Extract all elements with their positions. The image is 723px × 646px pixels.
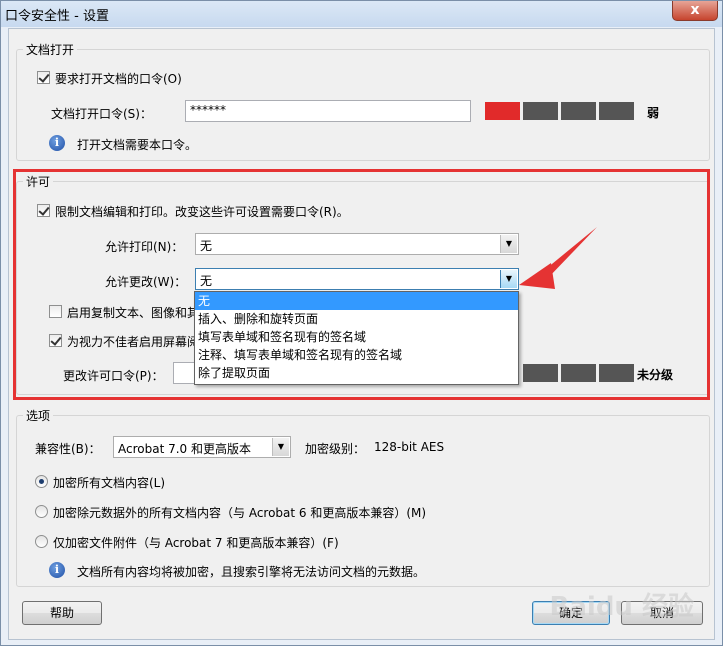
- open-password-input[interactable]: ******: [185, 100, 471, 122]
- annotation-highlight-box: [13, 169, 710, 400]
- encrypt-attachments-label[interactable]: 仅加密文件附件（与 Acrobat 7 和更高版本兼容）(F): [53, 534, 339, 551]
- info-icon: i: [49, 135, 65, 151]
- encrypt-attachments-radio[interactable]: [35, 535, 48, 548]
- options-info-text: 文档所有内容均将被加密，且搜索引擎将无法访问文档的元数据。: [77, 565, 426, 579]
- strength-text: 弱: [647, 106, 660, 120]
- compat-value: Acrobat 7.0 和更高版本: [118, 442, 251, 456]
- info-icon: i: [49, 562, 65, 578]
- compat-label: 兼容性(B)：: [35, 442, 101, 456]
- strength-meter-seg-3: [561, 102, 596, 120]
- require-open-password-checkbox[interactable]: [37, 71, 50, 84]
- encrypt-level-label: 加密级别：: [305, 442, 366, 456]
- encrypt-all-radio[interactable]: [35, 475, 48, 488]
- encrypt-level-value: 128-bit AES: [374, 440, 445, 454]
- close-button[interactable]: x: [672, 1, 718, 21]
- title-bar: 口令安全性 - 设置 x: [1, 1, 722, 27]
- chevron-down-icon[interactable]: ▼: [272, 438, 289, 456]
- encrypt-all-label[interactable]: 加密所有文档内容(L): [53, 474, 165, 491]
- strength-meter-seg-1: [485, 102, 520, 120]
- strength-meter-seg-4: [599, 102, 634, 120]
- compat-select[interactable]: Acrobat 7.0 和更高版本 ▼: [113, 436, 291, 458]
- require-open-password-label[interactable]: 要求打开文档的口令(O): [55, 70, 182, 87]
- doc-open-group-label: 文档打开: [23, 41, 78, 58]
- options-group: 选项 兼容性(B)： Acrobat 7.0 和更高版本 ▼ 加密级别： 128…: [16, 407, 710, 587]
- annotation-arrow-icon: [519, 227, 597, 289]
- watermark-logo: Baidu 经验: [549, 592, 694, 622]
- dialog-window: 口令安全性 - 设置 x 文档打开 要求打开文档的口令(O) 文档打开口令(S)…: [0, 0, 723, 646]
- encrypt-except-meta-label[interactable]: 加密除元数据外的所有文档内容（与 Acrobat 6 和更高版本兼容）(M): [53, 504, 426, 521]
- encrypt-except-meta-radio[interactable]: [35, 505, 48, 518]
- help-button[interactable]: 帮助: [22, 601, 102, 625]
- open-password-label: 文档打开口令(S)：: [51, 107, 152, 121]
- options-group-label: 选项: [23, 407, 54, 424]
- window-title: 口令安全性 - 设置: [5, 9, 109, 24]
- doc-open-group: 文档打开 要求打开文档的口令(O) 文档打开口令(S)： ****** 弱 i …: [16, 41, 710, 161]
- open-info-text: 打开文档需要本口令。: [77, 138, 198, 152]
- strength-meter-seg-2: [523, 102, 558, 120]
- close-icon[interactable]: x: [690, 2, 699, 18]
